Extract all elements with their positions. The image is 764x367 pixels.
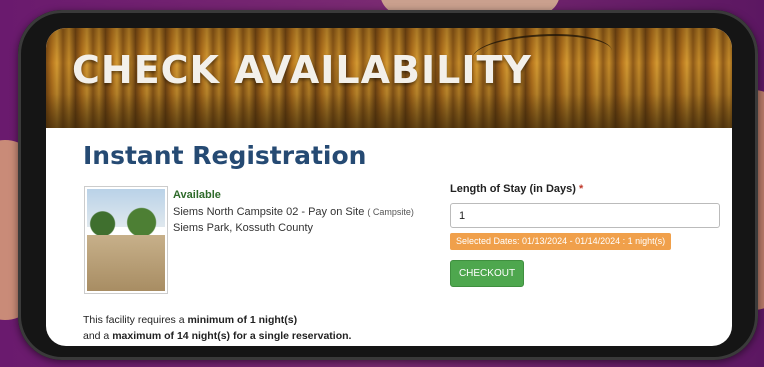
site-name[interactable]: Siems North Campsite 02 - Pay on Site: [173, 206, 364, 218]
stay-length-label: Length of Stay (in Days) *: [450, 183, 583, 195]
banner-title: CHECK AVAILABILITY: [72, 48, 532, 92]
required-mark: *: [578, 183, 584, 195]
photo-trees: [87, 207, 165, 235]
phone-screen: CHECK AVAILABILITY Instant Registration …: [46, 28, 732, 346]
site-type: ( Campsite): [367, 207, 414, 217]
site-name-line: Siems North Campsite 02 - Pay on Site ( …: [173, 206, 414, 218]
stay-length-input[interactable]: [450, 203, 720, 228]
page-title: Instant Registration: [83, 141, 367, 170]
stay-length-label-text: Length of Stay (in Days): [450, 183, 576, 195]
selected-dates-badge: Selected Dates: 01/13/2024 - 01/14/2024 …: [450, 233, 672, 250]
req-line1-prefix: This facility requires a: [83, 314, 188, 326]
phone-frame: CHECK AVAILABILITY Instant Registration …: [18, 10, 758, 360]
checkout-button[interactable]: CHECKOUT: [450, 260, 524, 287]
page-banner: CHECK AVAILABILITY: [46, 28, 732, 128]
banner-lake: [46, 94, 732, 128]
campsite-photo: [84, 186, 168, 294]
park-name: Siems Park, Kossuth County: [173, 222, 314, 234]
req-line2-prefix: and a: [83, 330, 113, 342]
req-maximum: maximum of 14 night(s): [112, 330, 231, 342]
availability-status: Available: [173, 189, 221, 201]
photo-ground: [87, 235, 165, 291]
req-line2-suffix: for a single reservation.: [230, 330, 352, 342]
req-minimum: minimum of 1 night(s): [187, 314, 298, 326]
stay-requirements: This facility requires a minimum of 1 ni…: [83, 312, 351, 344]
